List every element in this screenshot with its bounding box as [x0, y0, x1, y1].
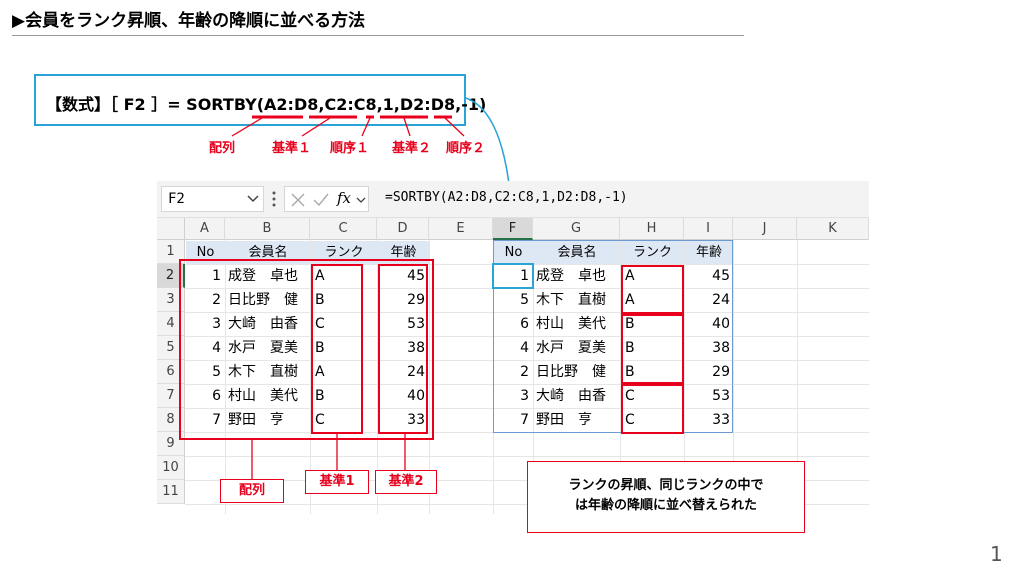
- annotation-line-2: は年齢の降順に並べ替えられた: [574, 498, 757, 513]
- annotation-line-1: ランクの昇順、同じランクの中で: [568, 478, 764, 493]
- tag-connectors: [251, 434, 406, 479]
- key1-tag: 基準1: [305, 470, 369, 494]
- result-annotation-box: ランクの昇順、同じランクの中で は年齢の降順に並べ替えられた: [527, 461, 805, 533]
- array-tag: 配列: [220, 479, 284, 503]
- key2-tag: 基準2: [375, 470, 437, 494]
- page-number: 1: [990, 542, 1003, 566]
